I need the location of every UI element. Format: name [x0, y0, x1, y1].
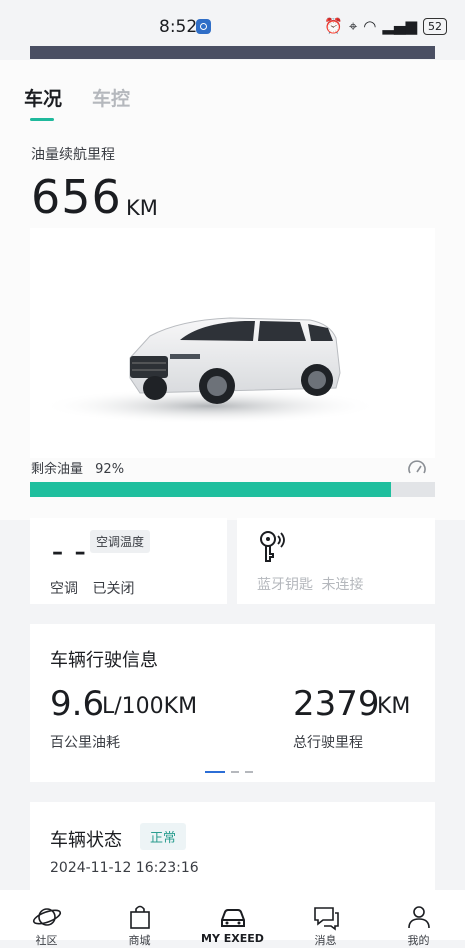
gauge-icon [408, 460, 426, 474]
fuel-level-bar [30, 482, 435, 497]
message-icon [313, 907, 339, 931]
bluetooth-key-icon [260, 531, 285, 562]
vehicle-status-card[interactable]: 车辆状态 正常 2024-11-12 16:23:16 [30, 802, 435, 892]
ac-temperature-tag: 空调温度 [90, 530, 151, 553]
suv-illustration [40, 317, 380, 424]
car-image [30, 228, 435, 458]
shopping-bag-icon [129, 905, 150, 929]
car-icon [220, 909, 245, 927]
vehicle-status-title: 车辆状态 [50, 830, 122, 851]
ac-temperature-value: – – [52, 540, 88, 565]
user-icon [407, 906, 430, 929]
bluetooth-key-state: 未连接 [321, 577, 364, 593]
nav-profile[interactable]: 我的 [372, 890, 465, 947]
range-value: 656 [31, 170, 122, 224]
bluetooth-key-status: 蓝牙钥匙 未连接 [257, 574, 363, 594]
bottom-navigation: 社区 商城 MY EXEED 消息 我的 [0, 890, 465, 947]
fuel-level-fill [30, 482, 392, 497]
nav-my-exeed[interactable]: MY EXEED [186, 890, 279, 945]
planet-icon [32, 908, 61, 926]
total-mileage-value: 2379 [293, 684, 380, 724]
bluetooth-key-card[interactable]: 蓝牙钥匙 未连接 [237, 518, 435, 604]
nav-label: 商城 [128, 934, 151, 947]
location-icon: ⌖ [348, 17, 358, 35]
carousel-dot [245, 771, 253, 773]
ac-status: 空调 已关闭 [50, 578, 134, 598]
nav-mall[interactable]: 商城 [93, 890, 186, 947]
wifi-icon: ◠ [363, 17, 377, 35]
ac-state: 已关闭 [92, 581, 135, 597]
nav-label: 社区 [35, 934, 58, 947]
ac-card[interactable]: – – 空调温度 空调 已关闭 [30, 518, 227, 604]
driving-info-title: 车辆行驶信息 [50, 650, 158, 671]
hero-banner-strip [30, 46, 435, 59]
alarm-icon: ⏰ [324, 17, 343, 35]
ac-label: 空调 [50, 581, 78, 597]
carousel-dots [205, 771, 253, 773]
driving-info-card[interactable]: 车辆行驶信息 9.6 L/100KM 百公里油耗 2379 KM 总行驶里程 [30, 624, 435, 782]
app-notification-icon [196, 19, 211, 34]
nav-label: MY EXEED [201, 932, 264, 945]
tab-vehicle-condition[interactable]: 车况 [24, 84, 62, 111]
fuel-percent: 92% [95, 462, 125, 477]
fuel-label-row: 剩余油量 92% [31, 458, 124, 477]
fuel-consumption-label: 百公里油耗 [50, 735, 120, 751]
nav-label: 我的 [407, 934, 430, 947]
carousel-dot [231, 771, 239, 773]
fuel-consumption-unit: L/100KM [102, 694, 198, 719]
range-unit: KM [126, 196, 158, 220]
status-time: 8:52 [159, 17, 198, 37]
tab-indicator [30, 118, 54, 121]
fuel-consumption-value: 9.6 [50, 684, 105, 724]
battery-indicator: 52 [423, 17, 447, 35]
vehicle-status-time: 2024-11-12 16:23:16 [50, 860, 199, 876]
total-mileage-label: 总行驶里程 [293, 735, 363, 751]
tab-vehicle-control[interactable]: 车控 [92, 84, 130, 111]
fuel-label: 剩余油量 [31, 462, 84, 477]
carousel-dot [205, 771, 225, 773]
signal-icon: ▂▄▆ [382, 17, 417, 35]
range-label: 油量续航里程 [31, 147, 115, 163]
status-icons: ⏰ ⌖ ◠ ▂▄▆ 52 [324, 17, 447, 35]
nav-community[interactable]: 社区 [0, 890, 93, 947]
nav-messages[interactable]: 消息 [279, 890, 372, 947]
nav-label: 消息 [314, 934, 337, 947]
total-mileage-unit: KM [377, 694, 411, 719]
tab-bar: 车况 车控 [24, 84, 130, 111]
bluetooth-key-label: 蓝牙钥匙 [257, 577, 313, 593]
vehicle-status-badge: 正常 [140, 823, 187, 850]
status-bar: 8:52 ⏰ ⌖ ◠ ▂▄▆ 52 [0, 0, 465, 50]
